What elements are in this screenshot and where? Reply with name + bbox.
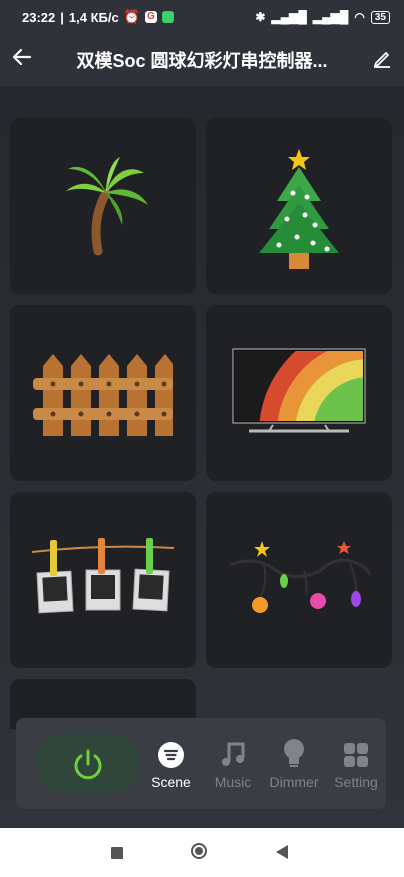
google-app-icon: G: [144, 11, 157, 23]
status-time: 23:22: [22, 9, 56, 25]
edit-button[interactable]: [360, 48, 404, 73]
bottom-control-panel: Scene Music Dimmer Setting: [16, 718, 386, 809]
status-speed: 1,4 КБ/с: [68, 9, 119, 25]
status-separator: |: [60, 9, 64, 25]
app-notification-icon: [161, 11, 174, 23]
power-button[interactable]: [36, 734, 140, 794]
scene-card-palm[interactable]: [10, 118, 196, 294]
arrow-left-icon: [12, 48, 32, 66]
tab-dimmer[interactable]: Dimmer: [259, 738, 329, 790]
string-lights-icon: [229, 541, 372, 613]
scene-icon: [158, 742, 184, 768]
fence-icon: [33, 354, 173, 436]
signal-icon-2: ▂▄▆█: [312, 10, 349, 24]
christmas-tree-icon: [259, 149, 339, 269]
scene-card-christmas[interactable]: [206, 118, 392, 294]
scene-card-lights[interactable]: [206, 492, 392, 668]
tab-scene[interactable]: Scene: [136, 738, 206, 790]
music-icon: [222, 742, 245, 766]
app-bar: 双模Soc 圆球幻彩灯串控制器...: [0, 34, 404, 86]
tab-music[interactable]: Music: [198, 738, 268, 790]
home-button[interactable]: [191, 843, 207, 859]
photos-clothesline-icon: [31, 538, 175, 614]
tab-dimmer-label: Dimmer: [269, 774, 319, 790]
alarm-icon: ⏰: [123, 9, 140, 24]
home-dot: [195, 847, 203, 855]
scene-card-fence[interactable]: [10, 305, 196, 481]
grid-settings-icon: [344, 743, 368, 767]
tab-setting[interactable]: Setting: [321, 738, 391, 790]
tab-scene-label: Scene: [151, 774, 191, 790]
bluetooth-icon: ✱: [255, 10, 266, 24]
status-bar: 23:22 | 1,4 КБ/с ⏰ G ✱ ▂▄▆█ ▂▄▆█ ◠ 35: [0, 0, 404, 34]
tab-music-label: Music: [214, 774, 252, 790]
system-nav-bar: [0, 828, 404, 877]
page-title: 双模Soc 圆球幻彩灯串控制器...: [76, 51, 328, 71]
signal-icon: ▂▄▆█: [271, 10, 307, 24]
recents-button[interactable]: [111, 847, 123, 859]
back-button[interactable]: [0, 46, 44, 74]
power-icon: [74, 749, 102, 780]
rainbow-tv-icon: [232, 348, 366, 433]
back-nav-button[interactable]: [276, 845, 288, 859]
scene-card-photos[interactable]: [10, 492, 196, 668]
pencil-icon: [374, 51, 390, 68]
palm-tree-icon: [66, 157, 148, 256]
tab-setting-label: Setting: [334, 774, 378, 790]
scene-card-rainbow[interactable]: [206, 305, 392, 481]
bulb-icon: [284, 739, 304, 767]
wifi-icon: ◠: [354, 10, 365, 24]
scene-grid: [0, 86, 404, 828]
battery-icon: 35: [370, 10, 390, 24]
